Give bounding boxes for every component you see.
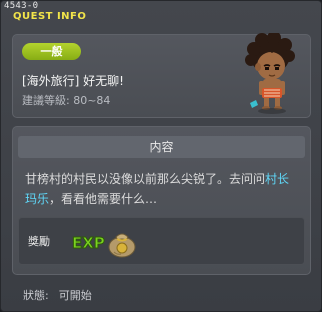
quest-category-badge: 一般: [22, 43, 81, 60]
quest-name: [海外旅行] 好无聊!: [22, 74, 124, 88]
status-value: 可開始: [58, 289, 92, 302]
content-header: 内容: [18, 136, 305, 158]
quest-id: 4543-0: [4, 1, 39, 11]
quest-content-panel: 内容 甘榜村的村民以没像以前那么尖锐了。去问问村长玛乐，看看他需要什么… 獎勵 …: [12, 126, 311, 275]
exp-icon[interactable]: EXP: [71, 228, 107, 256]
description-text: 甘榜村的村民以没像以前那么尖锐了。去问问: [25, 172, 266, 186]
svg-text:EXP: EXP: [72, 234, 105, 252]
reward-box: 獎勵 EXP: [18, 217, 305, 265]
quest-description: 甘榜村的村民以没像以前那么尖锐了。去问问村长玛乐，看看他需要什么…: [25, 169, 295, 209]
money-bag-icon[interactable]: [105, 225, 139, 259]
quest-status: 狀態: 可開始: [23, 287, 92, 303]
reward-label: 獎勵: [28, 235, 50, 248]
quest-summary-panel: 一般 [海外旅行] 好无聊! 建議等級: 80~84: [12, 33, 311, 118]
window-title: QUEST INFO: [13, 11, 87, 22]
quest-info-window: 4543-0 QUEST INFO 一般 [海外旅行] 好无聊! 建議等級: 8…: [0, 0, 322, 312]
status-label: 狀態:: [23, 289, 49, 302]
title-bar[interactable]: 4543-0 QUEST INFO: [1, 1, 321, 27]
recommended-level: 建議等級: 80~84: [22, 94, 111, 107]
description-text-end: ，看看他需要什么…: [49, 192, 158, 206]
npc-portrait: [245, 33, 295, 114]
